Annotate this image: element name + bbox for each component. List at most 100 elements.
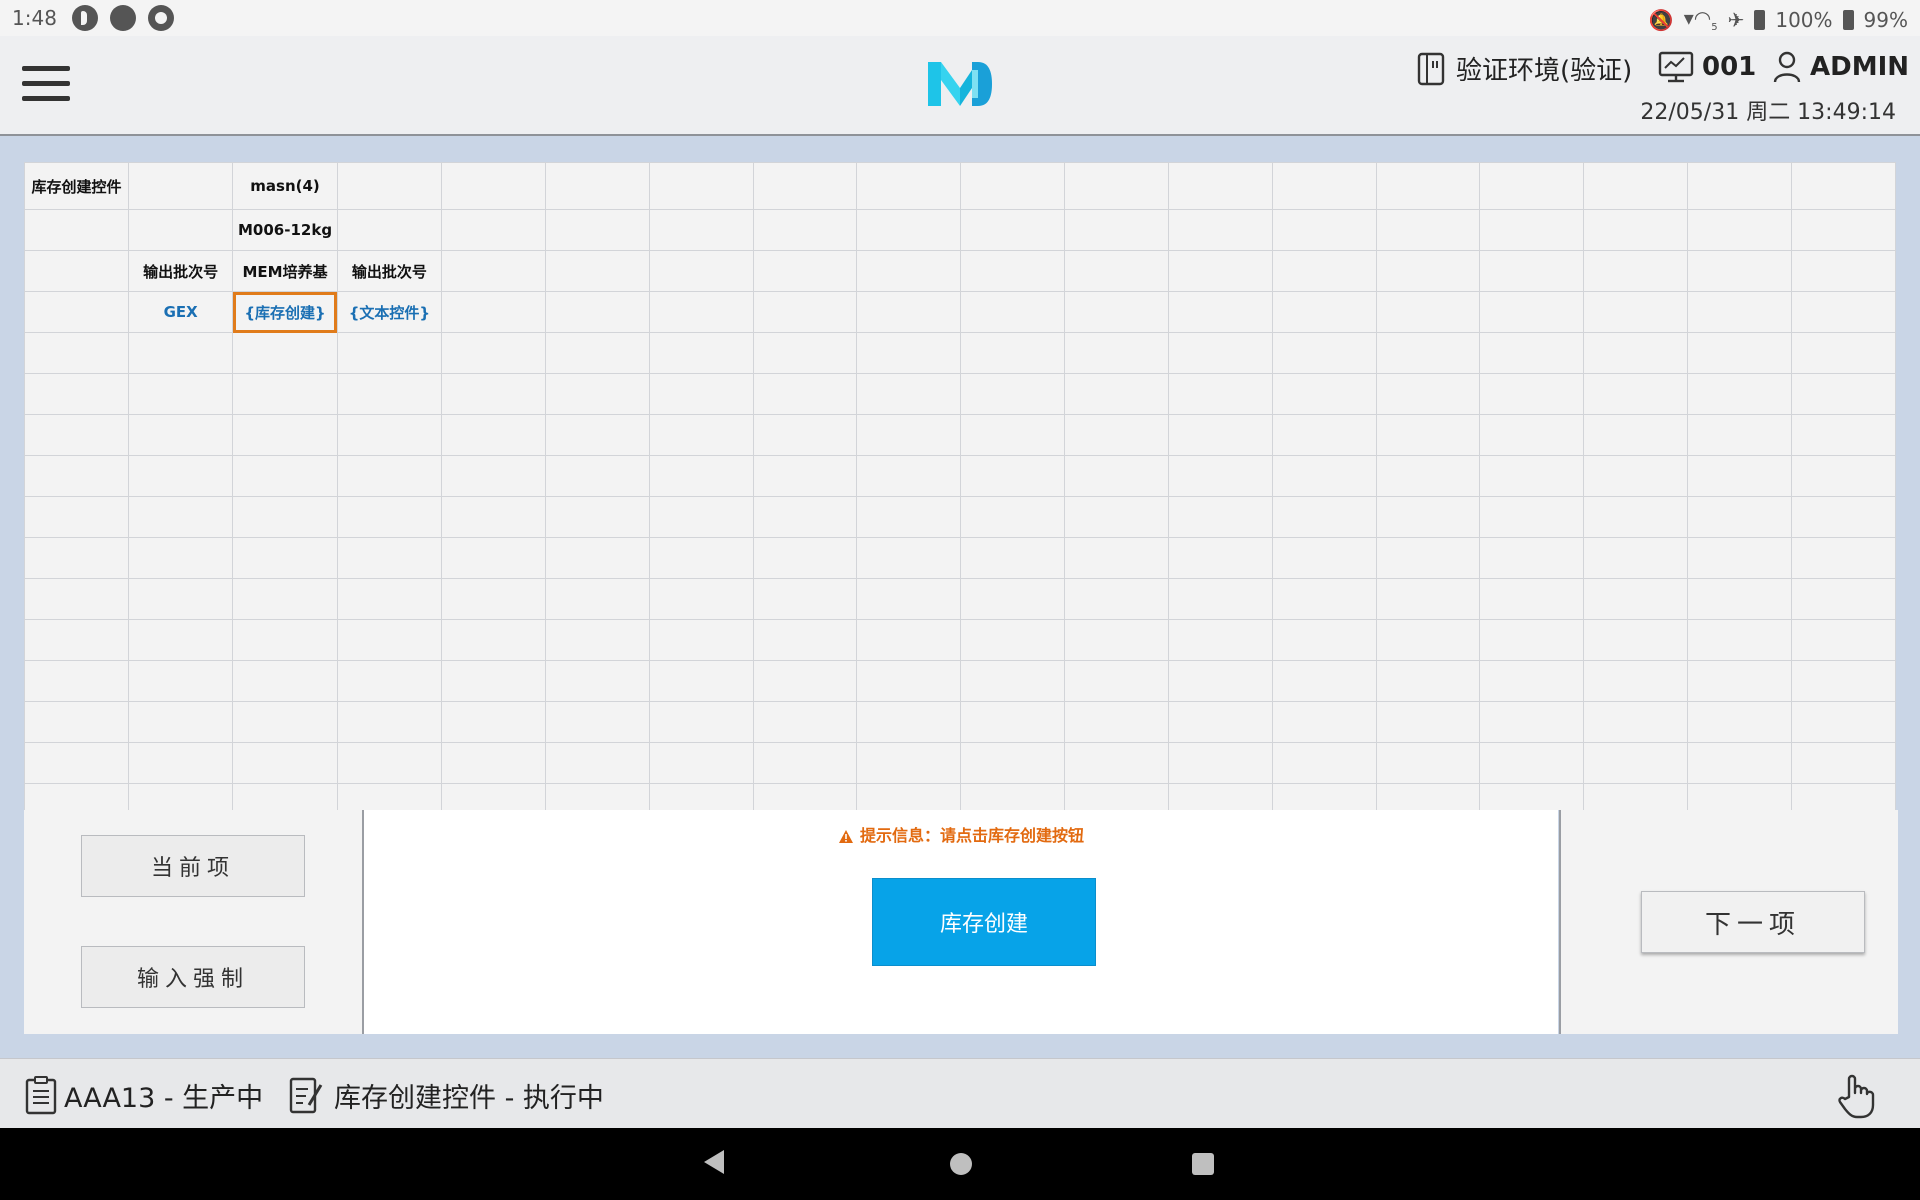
grid-cell[interactable] xyxy=(1271,660,1377,702)
grid-cell[interactable] xyxy=(440,373,546,415)
grid-cell[interactable] xyxy=(960,332,1066,374)
grid-cell[interactable] xyxy=(336,414,442,456)
next-item-button[interactable]: 下一项 xyxy=(1641,891,1865,953)
grid-cell[interactable] xyxy=(336,209,442,251)
grid-cell[interactable] xyxy=(856,783,962,810)
grid-cell[interactable] xyxy=(856,162,962,210)
grid-cell[interactable] xyxy=(440,578,546,620)
grid-cell[interactable] xyxy=(752,783,858,810)
grid-cell[interactable] xyxy=(440,455,546,497)
grid-cell[interactable] xyxy=(752,373,858,415)
grid-cell[interactable] xyxy=(1375,578,1481,620)
grid-cell[interactable] xyxy=(960,537,1066,579)
grid-cell[interactable] xyxy=(1479,619,1585,661)
grid-cell[interactable] xyxy=(24,578,130,620)
grid-cell[interactable] xyxy=(128,332,234,374)
grid-cell[interactable] xyxy=(440,660,546,702)
grid-cell[interactable] xyxy=(440,701,546,743)
grid-cell[interactable] xyxy=(1375,250,1481,292)
grid-cell[interactable] xyxy=(1167,455,1273,497)
grid-cell[interactable] xyxy=(752,162,858,210)
grid-cell[interactable] xyxy=(1064,660,1169,702)
grid-cell[interactable] xyxy=(856,414,962,456)
grid-cell[interactable]: 库存创建控件 xyxy=(24,162,130,210)
grid-cell[interactable] xyxy=(336,373,442,415)
grid-cell[interactable] xyxy=(1790,250,1896,292)
grid-cell[interactable] xyxy=(544,250,650,292)
grid-cell[interactable] xyxy=(336,455,442,497)
grid-cell[interactable] xyxy=(336,783,442,810)
grid-cell[interactable] xyxy=(1064,455,1169,497)
grid-cell[interactable] xyxy=(1583,619,1689,661)
environment-indicator[interactable]: 验证环境(验证) xyxy=(1414,50,1632,87)
grid-cell[interactable] xyxy=(1479,742,1585,784)
grid-cell[interactable] xyxy=(336,537,442,579)
grid-cell[interactable] xyxy=(544,414,650,456)
grid-cell[interactable] xyxy=(1790,742,1896,784)
task-status[interactable]: 库存创建控件 - 执行中 xyxy=(288,1075,604,1115)
grid-cell[interactable] xyxy=(336,578,442,620)
grid-cell[interactable] xyxy=(960,162,1066,210)
grid-cell[interactable] xyxy=(1271,701,1377,743)
grid-cell[interactable] xyxy=(752,619,858,661)
grid-cell[interactable] xyxy=(752,250,858,292)
grid-cell[interactable] xyxy=(1167,162,1273,210)
grid-cell[interactable] xyxy=(1271,209,1377,251)
grid-cell[interactable] xyxy=(1271,537,1377,579)
grid-cell[interactable] xyxy=(1167,250,1273,292)
grid-cell[interactable] xyxy=(24,701,130,743)
grid-cell[interactable] xyxy=(336,701,442,743)
grid-cell[interactable]: MEM培养基 xyxy=(232,250,338,292)
grid-cell[interactable] xyxy=(1271,496,1377,538)
grid-cell[interactable] xyxy=(648,250,754,292)
grid-cell[interactable] xyxy=(1375,783,1481,810)
grid-cell[interactable]: M006-12kg xyxy=(232,209,338,251)
grid-cell[interactable] xyxy=(1375,660,1481,702)
grid-cell[interactable] xyxy=(648,373,754,415)
grid-cell[interactable] xyxy=(752,660,858,702)
grid-cell[interactable] xyxy=(1790,373,1896,415)
order-status[interactable]: AAA13 - 生产中 xyxy=(24,1075,263,1115)
grid-cell[interactable] xyxy=(752,496,858,538)
grid-cell[interactable] xyxy=(1583,701,1689,743)
grid-cell[interactable] xyxy=(856,455,962,497)
grid-cell[interactable] xyxy=(752,209,858,251)
grid-cell[interactable]: 输出批次号 xyxy=(128,250,234,292)
grid-cell[interactable] xyxy=(1687,742,1792,784)
grid-cell[interactable] xyxy=(440,414,546,456)
grid-cell[interactable] xyxy=(1583,332,1689,374)
grid-cell[interactable] xyxy=(24,660,130,702)
grid-cell[interactable] xyxy=(1790,537,1896,579)
grid-cell[interactable] xyxy=(1687,373,1792,415)
grid-cell[interactable] xyxy=(856,496,962,538)
grid-cell[interactable] xyxy=(960,660,1066,702)
grid-cell[interactable] xyxy=(544,742,650,784)
grid-cell[interactable] xyxy=(128,496,234,538)
grid-cell[interactable] xyxy=(440,209,546,251)
grid-cell[interactable] xyxy=(1064,373,1169,415)
grid-cell[interactable] xyxy=(1375,162,1481,210)
grid-cell[interactable] xyxy=(1687,537,1792,579)
grid-cell[interactable] xyxy=(752,332,858,374)
grid-cell[interactable] xyxy=(648,783,754,810)
grid-cell[interactable] xyxy=(1583,250,1689,292)
grid-cell[interactable] xyxy=(1687,332,1792,374)
grid-cell[interactable] xyxy=(232,783,338,810)
grid-cell[interactable] xyxy=(336,162,442,210)
grid-cell[interactable] xyxy=(1583,496,1689,538)
grid-cell[interactable] xyxy=(1687,250,1792,292)
grid-cell[interactable] xyxy=(648,414,754,456)
grid-cell[interactable] xyxy=(648,537,754,579)
grid-cell[interactable] xyxy=(752,414,858,456)
grid-cell[interactable] xyxy=(856,373,962,415)
grid-cell[interactable] xyxy=(232,332,338,374)
grid-cell[interactable] xyxy=(1583,455,1689,497)
grid-cell[interactable] xyxy=(1167,660,1273,702)
grid-cell[interactable] xyxy=(544,578,650,620)
grid-cell[interactable] xyxy=(1583,578,1689,620)
grid-cell[interactable] xyxy=(544,455,650,497)
current-item-button[interactable]: 当前项 xyxy=(81,835,305,897)
grid-cell[interactable] xyxy=(1064,496,1169,538)
grid-cell[interactable] xyxy=(1687,209,1792,251)
grid-cell[interactable] xyxy=(1271,414,1377,456)
